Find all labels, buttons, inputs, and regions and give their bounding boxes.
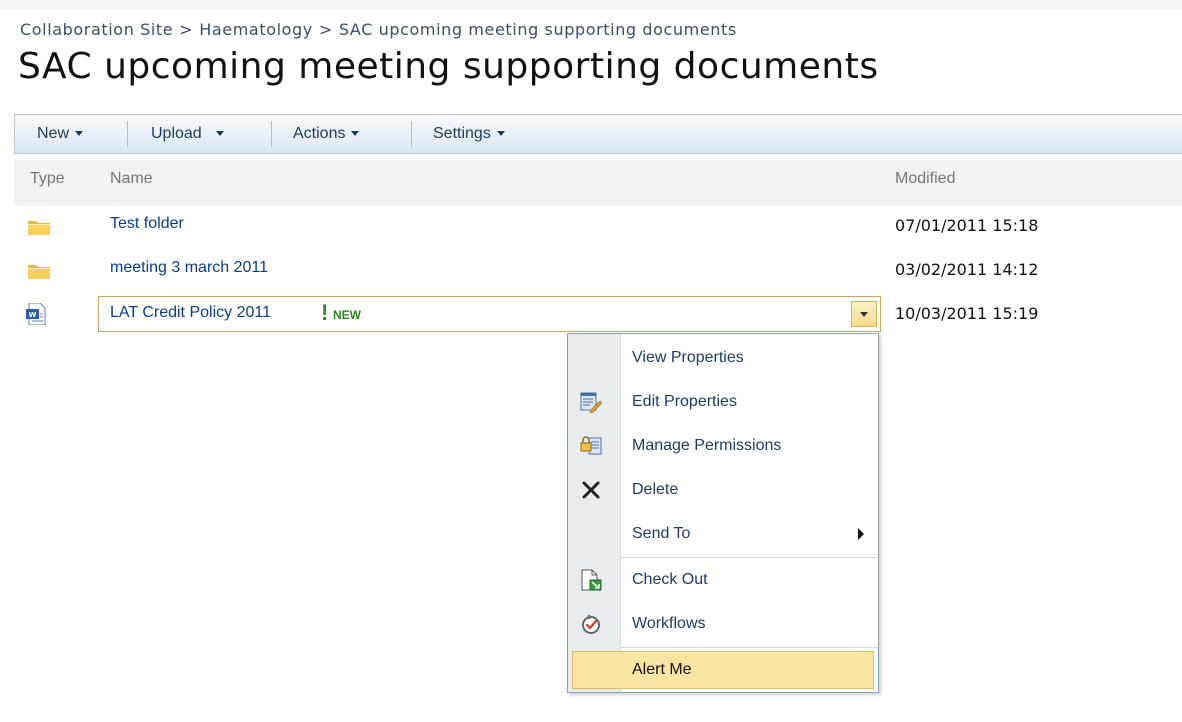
svg-text:W: W — [29, 311, 37, 319]
item-dropdown-button[interactable] — [851, 301, 877, 327]
selected-item-name-box[interactable]: LAT Credit Policy 2011 ! NEW — [98, 296, 881, 332]
chevron-down-icon — [351, 131, 360, 137]
chevron-down-icon — [496, 131, 505, 137]
workflows-icon — [582, 614, 600, 634]
top-strip — [0, 0, 1182, 9]
toolbar-divider — [127, 121, 128, 147]
new-menu-button[interactable]: New — [37, 115, 84, 153]
page-title: SAC upcoming meeting supporting document… — [18, 46, 879, 87]
menu-item-alert-me[interactable]: Alert Me — [568, 648, 878, 692]
settings-menu-button[interactable]: Settings — [433, 115, 505, 153]
row-modified: 07/01/2011 15:18 — [895, 216, 1039, 235]
menu-item-label: Check Out — [632, 571, 708, 588]
menu-item-label: Delete — [632, 481, 679, 498]
breadcrumb-separator: > — [179, 20, 194, 39]
toolbar-divider — [411, 121, 412, 147]
edit-properties-icon — [580, 392, 602, 413]
chevron-down-icon — [215, 131, 224, 137]
list-toolbar: New Upload Actions Settings — [14, 114, 1182, 154]
delete-icon — [582, 481, 600, 499]
row-name-link[interactable]: Test folder — [110, 215, 184, 233]
chevron-down-icon — [75, 131, 84, 137]
word-document-icon: W — [26, 303, 46, 325]
column-header-name[interactable]: Name — [110, 170, 153, 188]
menu-item-send-to[interactable]: Send To — [568, 512, 878, 556]
folder-icon — [28, 221, 50, 235]
chevron-down-icon — [860, 312, 868, 317]
column-header-row — [14, 160, 1182, 206]
actions-menu-label: Actions — [293, 125, 346, 142]
menu-item-label: Workflows — [632, 615, 706, 632]
row-name-link[interactable]: LAT Credit Policy 2011 — [110, 304, 271, 322]
new-exclamation-icon: ! — [321, 300, 329, 325]
menu-item-check-out[interactable]: Check Out — [568, 558, 878, 602]
new-badge: NEW — [333, 308, 361, 322]
breadcrumb-current: SAC upcoming meeting supporting document… — [338, 20, 737, 39]
manage-permissions-icon — [580, 436, 602, 455]
menu-item-label: Manage Permissions — [632, 437, 782, 454]
menu-item-label: View Properties — [632, 349, 744, 366]
chevron-right-icon — [858, 528, 864, 540]
menu-item-label: Edit Properties — [632, 393, 737, 410]
settings-menu-label: Settings — [433, 125, 491, 142]
menu-item-edit-properties[interactable]: Edit Properties — [568, 380, 878, 424]
column-header-modified[interactable]: Modified — [895, 170, 955, 188]
menu-item-workflows[interactable]: Workflows — [568, 602, 878, 646]
row-modified: 10/03/2011 15:19 — [895, 304, 1039, 323]
breadcrumb: Collaboration Site > Haematology > SAC upcom… — [20, 20, 737, 39]
menu-item-label: Send To — [632, 525, 691, 542]
menu-item-delete[interactable]: Delete — [568, 468, 878, 512]
column-header-type[interactable]: Type — [30, 170, 65, 188]
folder-icon — [28, 265, 50, 279]
row-modified: 03/02/2011 14:12 — [895, 260, 1039, 279]
toolbar-divider — [271, 121, 272, 147]
actions-menu-button[interactable]: Actions — [293, 115, 360, 153]
menu-item-label: Alert Me — [632, 661, 692, 678]
menu-item-view-properties[interactable]: View Properties — [568, 336, 878, 380]
breadcrumb-site[interactable]: Collaboration Site — [20, 20, 173, 39]
new-menu-label: New — [37, 125, 70, 142]
upload-menu-label: Upload — [151, 125, 202, 142]
check-out-icon — [581, 569, 602, 591]
row-name-link[interactable]: meeting 3 march 2011 — [110, 259, 268, 277]
breadcrumb-separator: > — [318, 20, 333, 39]
breadcrumb-parent[interactable]: Haematology — [199, 20, 313, 39]
menu-item-manage-permissions[interactable]: Manage Permissions — [568, 424, 878, 468]
item-context-menu: View Properties Edit Properties Manage P… — [567, 333, 879, 693]
upload-menu-button[interactable]: Upload — [151, 115, 224, 153]
